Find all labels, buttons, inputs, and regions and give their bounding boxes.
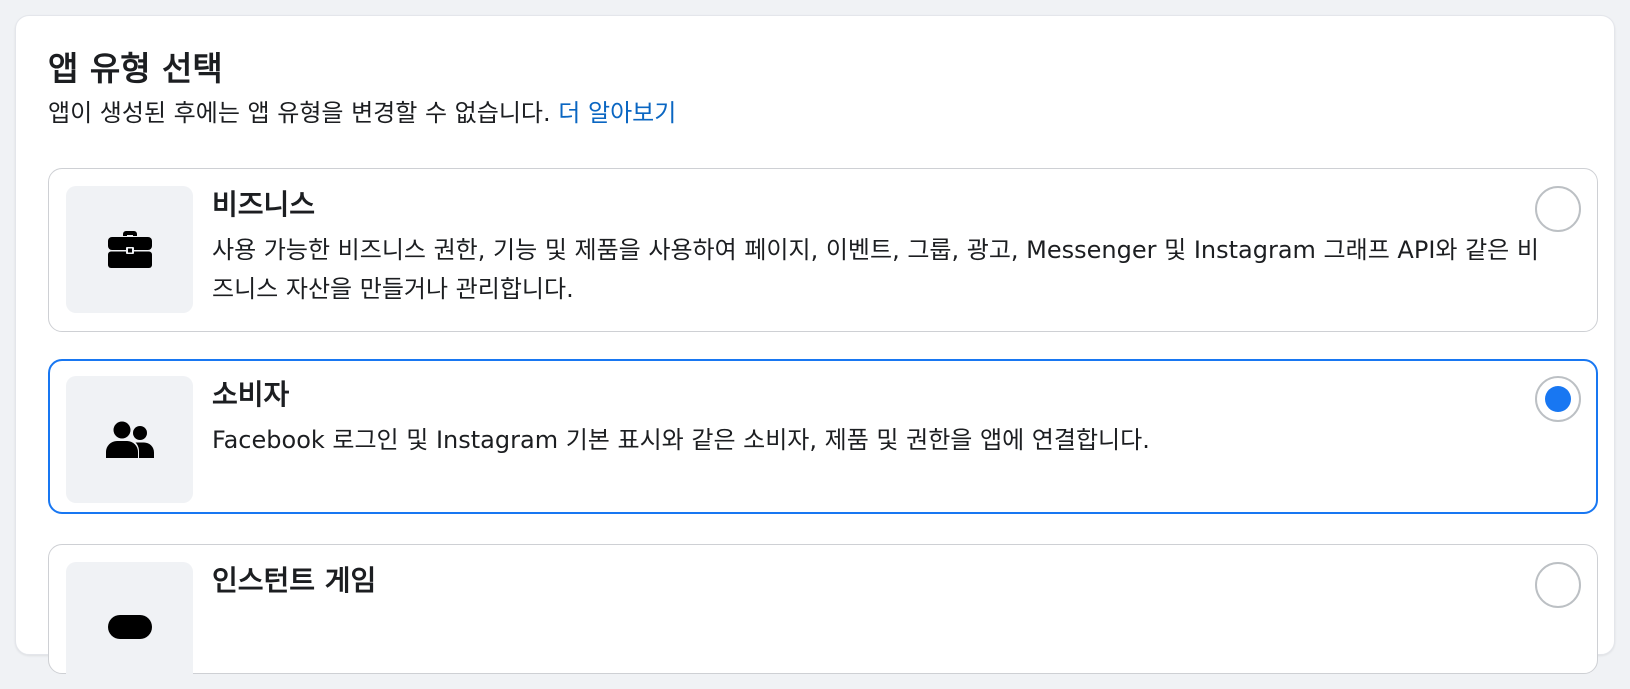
subtitle-text: 앱이 생성된 후에는 앱 유형을 변경할 수 없습니다. [48, 99, 551, 127]
option-description: 사용 가능한 비즈니스 권한, 기능 및 제품을 사용하여 페이지, 이벤트, … [212, 236, 1539, 303]
app-type-option-consumer[interactable]: 소비자 Facebook 로그인 및 Instagram 기본 표시와 같은 소… [48, 359, 1598, 514]
app-type-option-instant-games[interactable]: 인스턴트 게임 [48, 544, 1598, 689]
app-type-panel: 앱 유형 선택 앱이 생성된 후에는 앱 유형을 변경할 수 없습니다. 더 알… [15, 15, 1615, 689]
briefcase-icon [107, 230, 152, 268]
option-radio[interactable] [1535, 562, 1581, 608]
page-subtitle: 앱이 생성된 후에는 앱 유형을 변경할 수 없습니다. 더 알아보기 [48, 96, 676, 130]
option-icon-tile [66, 186, 193, 313]
option-icon-tile [66, 376, 193, 503]
radio-selected-dot [1545, 386, 1571, 412]
option-description: Facebook 로그인 및 Instagram 기본 표시와 같은 소비자, … [212, 426, 1150, 454]
option-title: 소비자 [212, 378, 290, 411]
people-icon [105, 421, 154, 458]
app-type-option-business[interactable]: 비즈니스 사용 가능한 비즈니스 권한, 기능 및 제품을 사용하여 페이지, … [48, 168, 1598, 332]
option-radio[interactable] [1535, 186, 1581, 232]
learn-more-link[interactable]: 더 알아보기 [558, 99, 676, 127]
game-icon [107, 614, 152, 639]
option-icon-tile [66, 562, 193, 689]
option-title: 비즈니스 [212, 188, 316, 221]
page-title: 앱 유형 선택 [48, 49, 223, 88]
option-radio[interactable] [1535, 376, 1581, 422]
option-title: 인스턴트 게임 [212, 564, 377, 597]
